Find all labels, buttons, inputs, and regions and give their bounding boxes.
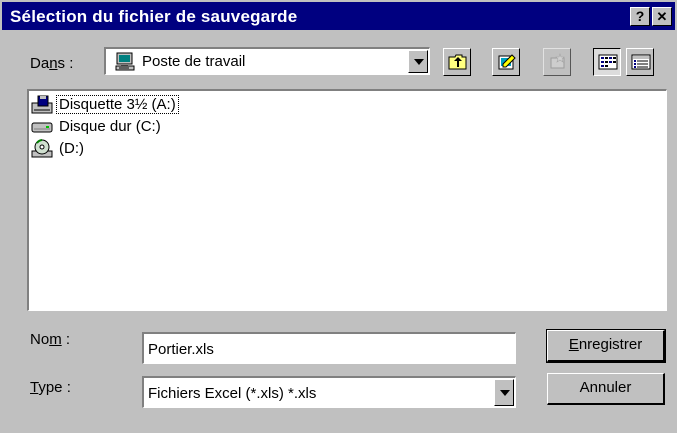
help-button[interactable]: ? — [630, 7, 650, 26]
up-one-level-icon — [448, 54, 467, 70]
filetype-dropdown-button[interactable] — [494, 379, 514, 406]
details-view-button[interactable] — [626, 48, 654, 76]
save-button[interactable]: Enregistrer — [546, 329, 666, 363]
floppy-drive-icon — [31, 95, 53, 115]
look-in-dropdown[interactable]: Poste de travail — [104, 47, 430, 75]
dialog-title: Sélection du fichier de sauvegarde — [10, 7, 298, 26]
list-item-label: Disque dur (C:) — [59, 118, 161, 135]
list-item-label: Disquette 3½ (A:) — [56, 95, 179, 114]
list-item-hard-disk[interactable]: Disque dur (C:) — [31, 116, 231, 138]
chevron-down-icon — [414, 59, 424, 65]
save-file-dialog: Sélection du fichier de sauvegarde ? ✕ D… — [0, 0, 677, 433]
file-list[interactable]: Disquette 3½ (A:) Disque dur (C:) (D:) — [27, 89, 667, 311]
chevron-down-icon — [500, 390, 510, 396]
list-view-icon — [598, 54, 618, 70]
look-in-value: Poste de travail — [142, 53, 246, 70]
details-view-icon — [631, 54, 651, 70]
filetype-label: Type : — [30, 379, 71, 396]
title-bar[interactable]: Sélection du fichier de sauvegarde ? ✕ — [2, 2, 675, 30]
list-item-cd-drive[interactable]: (D:) — [31, 138, 231, 160]
list-item-label: (D:) — [59, 140, 84, 157]
desktop-icon — [550, 53, 565, 69]
look-in-label: Dans : — [30, 55, 74, 72]
filename-label: Nom : — [30, 331, 71, 348]
filetype-dropdown[interactable]: Fichiers Excel (*.xls) *.xls — [142, 376, 516, 408]
cancel-button[interactable]: Annuler — [547, 373, 665, 405]
my-computer-icon — [114, 52, 136, 77]
filename-input[interactable]: Portier.xls — [142, 332, 516, 364]
close-button[interactable]: ✕ — [652, 7, 672, 26]
hard-drive-icon — [31, 117, 53, 137]
new-folder-button[interactable] — [492, 48, 520, 76]
desktop-button[interactable] — [543, 48, 571, 76]
filetype-value: Fichiers Excel (*.xls) *.xls — [148, 385, 317, 402]
new-folder-icon — [498, 54, 516, 70]
list-item-floppy[interactable]: Disquette 3½ (A:) — [31, 94, 231, 116]
look-in-dropdown-button[interactable] — [408, 50, 428, 73]
cd-drive-icon — [31, 139, 53, 159]
list-view-button[interactable] — [593, 48, 621, 76]
up-one-level-button[interactable] — [443, 48, 471, 76]
